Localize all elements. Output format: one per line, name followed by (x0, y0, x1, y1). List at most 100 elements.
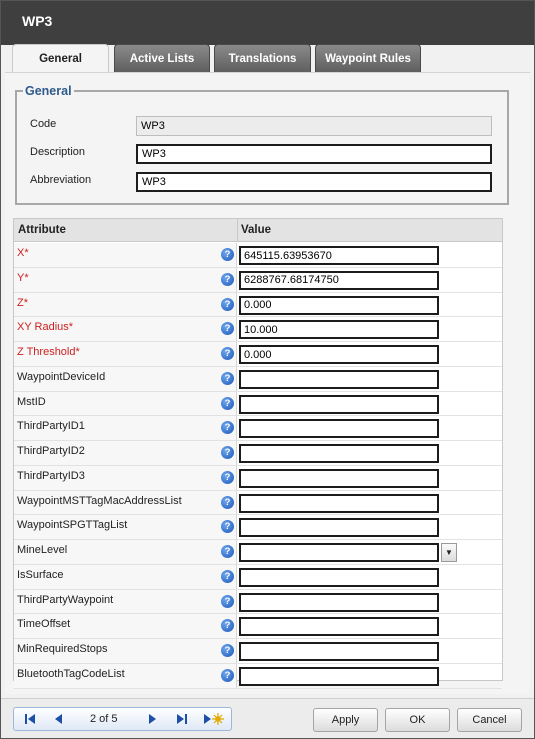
attribute-row: Z*? (14, 292, 502, 318)
value-input[interactable] (239, 567, 439, 587)
value-input[interactable] (239, 419, 439, 439)
value-input[interactable] (239, 518, 439, 538)
abbreviation-field[interactable] (136, 172, 492, 192)
attribute-label: MinRequiredStops (17, 643, 108, 655)
value-input[interactable] (239, 642, 439, 661)
grid-header: Attribute Value (14, 219, 502, 242)
attribute-cell: MinRequiredStops? (14, 639, 237, 663)
value-input[interactable] (239, 468, 439, 488)
attribute-row: ThirdPartyID1? (14, 416, 502, 441)
value-input[interactable] (239, 444, 439, 463)
attribute-cell: ThirdPartyID2? (14, 441, 237, 465)
code-field[interactable] (136, 116, 492, 136)
help-icon[interactable]: ? (221, 619, 234, 633)
pager-position: 2 of 5 (90, 713, 118, 725)
attribute-label: X* (17, 247, 29, 259)
value-input[interactable] (239, 394, 439, 414)
previous-record-icon[interactable] (51, 712, 67, 726)
tab-active-lists[interactable]: Active Lists (114, 44, 210, 72)
next-record-icon[interactable] (144, 712, 160, 726)
attribute-cell: WaypointMSTTagMacAddressList? (14, 490, 237, 515)
help-icon[interactable]: ? (221, 248, 234, 261)
help-icon[interactable]: ? (221, 396, 234, 410)
attribute-label: IsSurface (17, 568, 64, 581)
attribute-label: ThirdPartyID3 (17, 469, 85, 482)
help-icon[interactable]: ? (221, 520, 234, 534)
attribute-cell: XY Radius*? (14, 317, 237, 341)
attribute-row: MinRequiredStops? (14, 639, 502, 664)
value-input[interactable] (239, 617, 439, 637)
attribute-column-header[interactable]: Attribute (18, 224, 66, 236)
attribute-cell: Z*? (14, 292, 237, 317)
tab-translations[interactable]: Translations (214, 44, 311, 72)
attribute-label: ThirdPartyWaypoint (17, 593, 114, 606)
window-title: WP3 (22, 13, 53, 29)
value-input[interactable] (239, 320, 439, 340)
attribute-grid: Attribute Value X*?Y*?Z*?XY Radius*?Z Th… (13, 218, 503, 689)
value-input[interactable] (239, 345, 439, 364)
attribute-row: ThirdPartyWaypoint? (14, 589, 502, 615)
help-icon[interactable]: ? (221, 644, 234, 657)
value-input[interactable] (239, 295, 439, 315)
help-icon[interactable]: ? (221, 322, 234, 336)
attribute-cell: MstID? (14, 391, 237, 416)
tab-waypoint-rules[interactable]: Waypoint Rules (315, 44, 421, 72)
attribute-cell: Y*? (14, 267, 237, 292)
help-icon[interactable]: ? (221, 347, 234, 360)
attribute-label: Y* (17, 271, 29, 284)
apply-button[interactable]: Apply (313, 708, 378, 732)
general-fieldset: General Code Description Abbreviation (15, 84, 509, 205)
attribute-row: WaypointSPGTTagList? (14, 515, 502, 540)
help-icon[interactable]: ? (221, 421, 234, 435)
tab-strip: General Active Lists Translations Waypoi… (12, 44, 527, 73)
value-input[interactable] (239, 270, 439, 290)
attribute-label: WaypointMSTTagMacAddressList (17, 494, 182, 507)
value-input[interactable] (239, 666, 439, 686)
ok-button[interactable]: OK (385, 708, 450, 732)
attribute-row: Y*? (14, 267, 502, 293)
help-icon[interactable]: ? (221, 545, 234, 558)
description-row: Description (30, 144, 500, 164)
abbreviation-label: Abbreviation (30, 174, 92, 186)
help-icon[interactable]: ? (221, 668, 234, 682)
value-column-header[interactable]: Value (237, 219, 271, 242)
help-icon[interactable]: ? (221, 470, 234, 484)
attribute-cell: ThirdPartyWaypoint? (14, 589, 237, 614)
help-icon[interactable]: ? (221, 495, 234, 509)
attribute-row: BluetoothTagCodeList? (14, 663, 502, 689)
attribute-label: ThirdPartyID1 (17, 420, 85, 433)
attribute-row: IsSurface? (14, 564, 502, 590)
attribute-row: MstID? (14, 391, 502, 417)
attribute-label: MineLevel (17, 544, 68, 556)
code-row: Code (30, 116, 500, 136)
description-field[interactable] (136, 144, 492, 164)
help-icon[interactable]: ? (221, 594, 234, 608)
attribute-row: WaypointDeviceId? (14, 366, 502, 392)
last-record-icon[interactable] (174, 712, 190, 726)
dialog-window: WP3 General Active Lists Translations Wa… (0, 0, 535, 739)
attribute-cell: WaypointSPGTTagList? (14, 515, 237, 539)
new-record-icon[interactable] (202, 712, 224, 726)
value-input[interactable] (239, 592, 439, 612)
help-icon[interactable]: ? (221, 446, 234, 459)
cancel-button[interactable]: Cancel (457, 708, 522, 732)
help-icon[interactable]: ? (221, 569, 234, 583)
bottom-bar: 2 of 5 Apply OK Cancel (1, 698, 534, 738)
tab-general[interactable]: General (12, 44, 109, 73)
help-icon[interactable]: ? (221, 371, 234, 385)
value-input[interactable] (239, 493, 439, 513)
value-input[interactable] (239, 369, 439, 389)
value-input[interactable] (239, 246, 439, 265)
value-dropdown[interactable] (239, 543, 439, 562)
help-icon[interactable]: ? (221, 297, 234, 311)
help-icon[interactable]: ? (221, 272, 234, 286)
title-bar[interactable]: WP3 (1, 1, 534, 45)
attribute-cell: TimeOffset? (14, 614, 237, 638)
attribute-row: X*? (14, 243, 502, 268)
attribute-row: WaypointMSTTagMacAddressList? (14, 490, 502, 516)
first-record-icon[interactable] (22, 712, 38, 726)
attribute-label: WaypointDeviceId (17, 370, 106, 383)
code-label: Code (30, 118, 57, 130)
chevron-down-icon[interactable]: ▼ (441, 543, 457, 562)
abbreviation-row: Abbreviation (30, 172, 500, 192)
